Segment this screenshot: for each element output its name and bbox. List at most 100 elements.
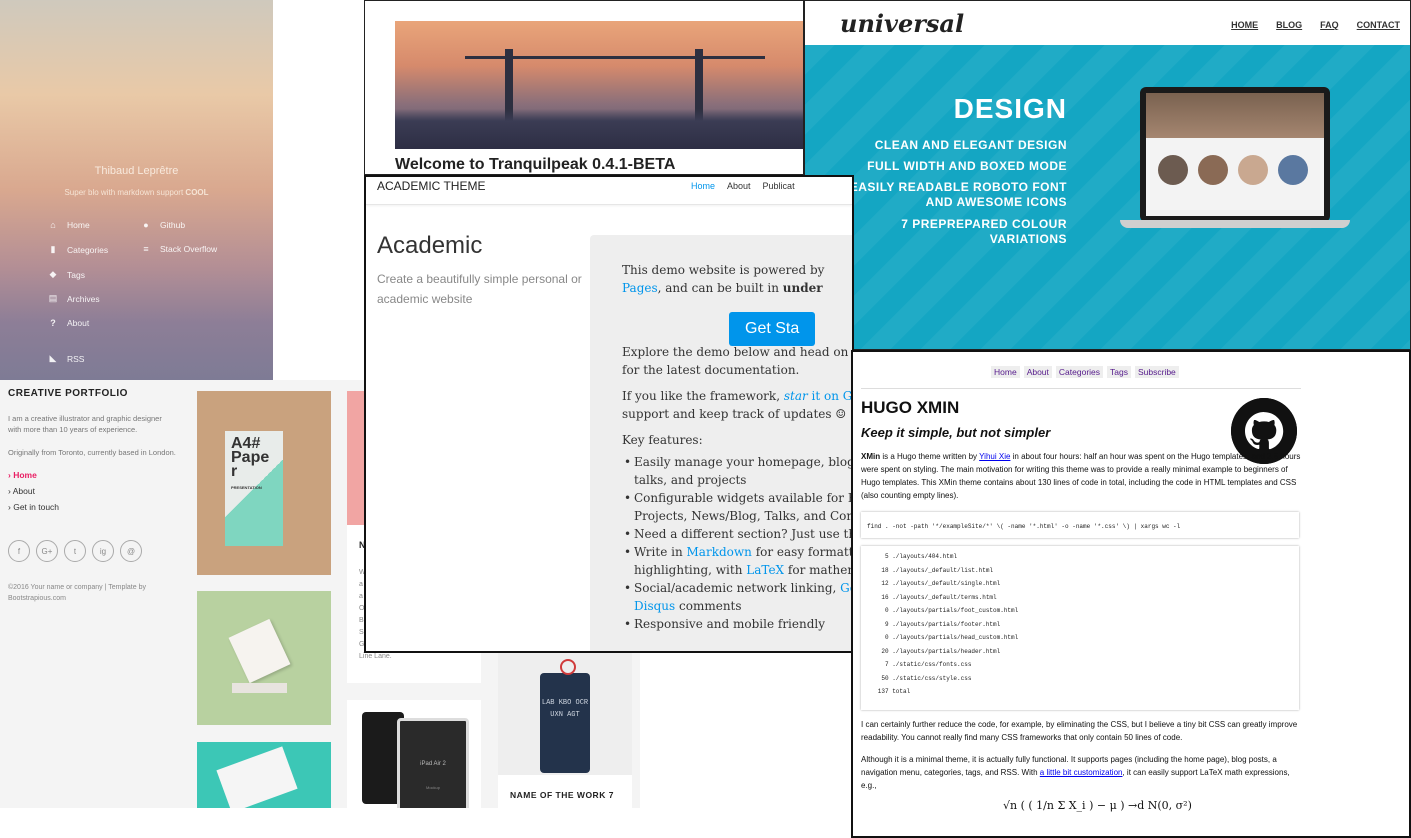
brand[interactable]: ACADEMIC THEME bbox=[377, 179, 485, 193]
tags-icon: ◆ bbox=[49, 269, 57, 279]
nav-contact[interactable]: CONTACT bbox=[1357, 20, 1400, 30]
rss-icon: ◣ bbox=[49, 353, 57, 363]
author-link[interactable]: Yihui Xie bbox=[979, 452, 1010, 461]
feature-line: FULL WIDTH AND BOXED MODE bbox=[867, 159, 1067, 173]
sidebar-link-github[interactable]: ● Github bbox=[140, 220, 185, 230]
sidebar-item-categories[interactable]: ▮ Categories bbox=[47, 244, 109, 255]
menu-categories[interactable]: Categories bbox=[1055, 366, 1104, 378]
sidebar-item-tags[interactable]: ◆ Tags bbox=[47, 269, 85, 280]
sidebar-item-home[interactable]: ⌂ Home bbox=[47, 220, 89, 230]
hugo-xmin: Home About Categories Tags Subscribe HUG… bbox=[851, 350, 1411, 838]
github-icon: ● bbox=[143, 220, 149, 230]
laptop-mockup bbox=[1120, 87, 1350, 237]
menu-home[interactable]: Home bbox=[991, 366, 1020, 378]
math-expression: √n ( ( 1/n Σ X_i ) − μ ) →d N(0, σ²) bbox=[1003, 799, 1192, 812]
top-nav: HOME BLOG FAQ CONTACT bbox=[1231, 20, 1400, 30]
work-tile-paper[interactable]: A4# Pape r PRESENTATION bbox=[197, 391, 331, 575]
list-item: Easily manage your homepage, blog ptalks… bbox=[622, 453, 852, 489]
work-tile-brochure[interactable] bbox=[197, 742, 331, 808]
nav-about[interactable]: About bbox=[727, 181, 751, 191]
portfolio-intro: I am a creative illustrator and graphic … bbox=[8, 414, 162, 434]
nav-home[interactable]: Home bbox=[691, 181, 715, 191]
sidebar-item-rss[interactable]: ◣ RSS bbox=[47, 353, 85, 364]
author-tagline: Super blo with markdown support COOL bbox=[64, 188, 209, 197]
feature-list: Easily manage your homepage, blog ptalks… bbox=[622, 453, 852, 633]
bookmark-icon: ▮ bbox=[50, 244, 56, 254]
list-item: Configurable widgets available for BioPr… bbox=[622, 489, 852, 525]
facebook-icon[interactable]: f bbox=[8, 540, 30, 562]
page-subtitle: Keep it simple, but not simpler bbox=[861, 425, 1051, 440]
feature-line: CLEAN AND ELEGANT DESIGN bbox=[874, 138, 1067, 152]
post-title[interactable]: Welcome to Tranquilpeak 0.4.1-BETA bbox=[395, 156, 675, 174]
navbar: ACADEMIC THEME Home About Publicat bbox=[366, 177, 852, 205]
page-subtitle: Create a beautifully simple personal or … bbox=[377, 272, 582, 306]
nav-get-in-touch[interactable]: › Get in touch bbox=[8, 502, 177, 512]
star-link[interactable]: star it on Githu bbox=[784, 389, 852, 403]
output-block: 5 ./layouts/404.html 18 ./layouts/_defau… bbox=[861, 546, 1299, 710]
nav-faq[interactable]: FAQ bbox=[1320, 20, 1339, 30]
author-name[interactable]: Thibaud Leprêtre bbox=[0, 165, 273, 177]
customization-link[interactable]: a little bit customization bbox=[1040, 768, 1123, 777]
instagram-icon[interactable]: ig bbox=[92, 540, 114, 562]
sidebar-item-about[interactable]: ? About bbox=[47, 318, 89, 328]
work-tile-ipad[interactable]: iPad Air 2 Mockup bbox=[347, 700, 481, 808]
command-block: find . -not -path '*/exampleSite/*' \( -… bbox=[861, 512, 1299, 538]
pages-link[interactable]: Pages bbox=[622, 281, 658, 295]
intro-paragraph: XMin is a Hugo theme written by Yihui Xi… bbox=[861, 452, 1301, 500]
work-card-7[interactable]: NAME OF THE WORK 7 bbox=[498, 775, 632, 808]
banner-heading: DESIGN bbox=[953, 93, 1067, 124]
markdown-link[interactable]: Markdown bbox=[687, 545, 752, 559]
hero-image bbox=[395, 21, 803, 149]
wc-output: 5 ./layouts/404.html 18 ./layouts/_defau… bbox=[877, 553, 1019, 695]
nav-links: Home About Publicat bbox=[691, 181, 795, 191]
feature-line: EASILY READABLE ROBOTO FONT AND AWESOME … bbox=[849, 180, 1067, 209]
page-title: Academic bbox=[377, 232, 483, 259]
tranquilpeak-sidebar: Thibaud Leprêtre Super blo with markdown… bbox=[0, 0, 273, 380]
work-tile-tag[interactable]: LAB KBO OCR UXN AGT bbox=[498, 653, 632, 775]
stackoverflow-icon: ≡ bbox=[143, 244, 149, 254]
sidebar-item-archives[interactable]: ▤ Archives bbox=[47, 293, 100, 304]
portfolio-origin: Originally from Toronto, currently based… bbox=[8, 448, 176, 457]
get-started-button[interactable]: Get Sta bbox=[729, 312, 816, 346]
city-skyline bbox=[395, 109, 803, 149]
universal-theme: universal HOME BLOG FAQ CONTACT DESIGN C… bbox=[804, 0, 1411, 350]
divider bbox=[861, 388, 1301, 389]
work-tile-card[interactable] bbox=[197, 591, 331, 725]
twitter-icon[interactable]: t bbox=[64, 540, 86, 562]
question-icon: ? bbox=[50, 318, 56, 328]
paragraph-3: Although it is a minimal theme, it is ac… bbox=[861, 755, 1290, 790]
nav-blog[interactable]: BLOG bbox=[1276, 20, 1302, 30]
nav-about[interactable]: › About bbox=[8, 486, 177, 496]
hero-banner: DESIGN CLEAN AND ELEGANT DESIGN FULL WID… bbox=[805, 45, 1410, 349]
list-item: Need a different section? Just use the bbox=[622, 525, 852, 543]
disqus-link[interactable]: Disqus bbox=[634, 599, 675, 613]
social-links: f G+ t ig @ bbox=[8, 540, 177, 562]
tranquilpeak-post: Welcome to Tranquilpeak 0.4.1-BETA bbox=[364, 0, 804, 175]
latex-link[interactable]: LaTeX bbox=[746, 563, 784, 577]
portfolio-nav: › Home › About › Get in touch bbox=[8, 470, 177, 512]
nav-home[interactable]: HOME bbox=[1231, 20, 1258, 30]
list-item: Responsive and mobile friendly bbox=[622, 615, 852, 633]
site-logo[interactable]: universal bbox=[840, 9, 964, 38]
page-title: HUGO XMIN bbox=[861, 398, 960, 417]
portfolio-title[interactable]: CREATIVE PORTFOLIO bbox=[8, 388, 177, 399]
nav-home[interactable]: › Home bbox=[8, 470, 177, 480]
archive-icon: ▤ bbox=[48, 293, 58, 303]
menu-tags[interactable]: Tags bbox=[1107, 366, 1131, 378]
menu-subscribe[interactable]: Subscribe bbox=[1134, 366, 1179, 378]
sidebar-link-stackoverflow[interactable]: ≡ Stack Overflow bbox=[140, 244, 217, 254]
email-icon[interactable]: @ bbox=[120, 540, 142, 562]
home-icon: ⌂ bbox=[50, 220, 56, 230]
academic-theme: ACADEMIC THEME Home About Publicat Acade… bbox=[364, 175, 854, 653]
top-menu: Home About Categories Tags Subscribe bbox=[991, 366, 1179, 378]
portfolio-sidebar: CREATIVE PORTFOLIO I am a creative illus… bbox=[0, 380, 185, 808]
paragraph-2: I can certainly further reduce the code,… bbox=[861, 720, 1298, 742]
menu-about[interactable]: About bbox=[1023, 366, 1052, 378]
list-item: Write in Markdown for easy formattinhigh… bbox=[622, 543, 852, 579]
feature-line: 7 PREPREPARED COLOUR VARIATIONS bbox=[901, 217, 1067, 246]
list-item: Social/academic network linking, GoogDis… bbox=[622, 579, 852, 615]
googleplus-icon[interactable]: G+ bbox=[36, 540, 58, 562]
nav-publications[interactable]: Publicat bbox=[763, 181, 795, 191]
copyright: ©2016 Your name or company | Template by… bbox=[8, 584, 146, 602]
paper-mockup: A4# Pape r PRESENTATION bbox=[225, 431, 283, 546]
